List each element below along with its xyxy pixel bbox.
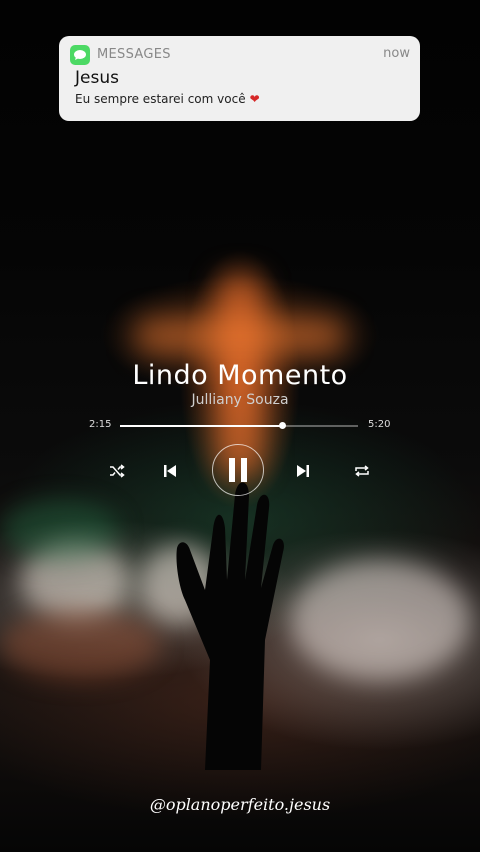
bokeh-light	[290, 560, 470, 680]
raised-hand-silhouette	[176, 482, 284, 770]
bokeh-light	[0, 500, 120, 560]
notification-time: now	[383, 46, 410, 61]
next-button[interactable]	[291, 459, 315, 483]
red-heart-icon: ❤	[249, 92, 260, 106]
messages-icon	[70, 45, 90, 65]
progress-fill	[120, 425, 282, 427]
lockscreen-background: MESSAGES now Jesus Eu sempre estarei com…	[0, 0, 480, 852]
duration-time: 5:20	[368, 419, 391, 430]
shuffle-icon	[110, 464, 125, 478]
previous-icon	[164, 465, 176, 477]
notification-sender: Jesus	[75, 68, 119, 88]
next-icon	[297, 465, 309, 477]
instagram-handle: @oplanoperfeito.jesus	[149, 795, 331, 814]
repeat-button[interactable]	[351, 460, 373, 482]
elapsed-time: 2:15	[89, 419, 112, 430]
artist-name: Julliany Souza	[191, 392, 289, 408]
pause-button[interactable]	[212, 444, 264, 496]
notification-app-name: MESSAGES	[97, 47, 171, 62]
message-notification[interactable]: MESSAGES now Jesus Eu sempre estarei com…	[59, 36, 420, 121]
notification-message-text: Eu sempre estarei com você	[75, 92, 246, 106]
cross-glow-bar	[135, 318, 345, 354]
progress-bar[interactable]	[120, 422, 358, 429]
progress-knob[interactable]	[278, 422, 286, 429]
bokeh-light	[0, 610, 160, 680]
previous-button[interactable]	[158, 459, 182, 483]
notification-message: Eu sempre estarei com você ❤	[75, 92, 260, 106]
shuffle-button[interactable]	[106, 460, 128, 482]
song-title: Lindo Momento	[132, 360, 348, 391]
pause-icon	[229, 458, 247, 482]
repeat-icon	[355, 465, 369, 477]
